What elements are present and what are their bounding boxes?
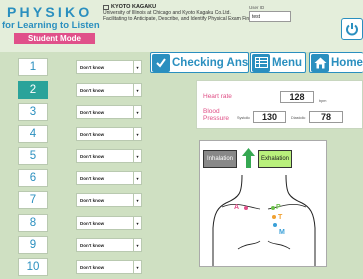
- question-row: 8 Don't know ▾: [18, 214, 146, 232]
- checking-answers-label: Checking Answers: [172, 56, 249, 69]
- app-header: PHYSIKO for Learning to Listen Student M…: [0, 0, 363, 52]
- question-number-button[interactable]: 7: [18, 191, 48, 209]
- torso-outline: [212, 174, 316, 266]
- chevron-down-icon: ▾: [133, 194, 141, 207]
- question-row: 2 Don't know ▾: [18, 81, 146, 99]
- systolic-label: Systolic: [237, 116, 251, 120]
- answer-dropdown[interactable]: Don't know ▾: [76, 171, 142, 185]
- answer-dropdown-value: Don't know: [80, 265, 105, 270]
- power-icon: [346, 23, 358, 36]
- question-number-button[interactable]: 3: [18, 103, 48, 121]
- inhalation-button[interactable]: Inhalation: [203, 150, 237, 168]
- point-m-dot[interactable]: [273, 223, 277, 227]
- chevron-down-icon: ▾: [133, 61, 141, 74]
- question-number-button[interactable]: 9: [18, 236, 48, 254]
- up-arrow-icon: [242, 148, 255, 168]
- mode-badge: Student Mode: [14, 33, 95, 44]
- menu-grid-icon: [252, 53, 270, 72]
- answer-dropdown-value: Don't know: [80, 65, 105, 70]
- answer-dropdown-value: Don't know: [80, 88, 105, 93]
- answer-dropdown[interactable]: Don't know ▾: [76, 105, 142, 119]
- answer-dropdown-value: Don't know: [80, 132, 105, 137]
- answer-dropdown-value: Don't know: [80, 221, 105, 226]
- question-row: 6 Don't know ▾: [18, 169, 146, 187]
- point-t-label[interactable]: T: [278, 214, 282, 221]
- diastolic-label: Diastolic: [291, 116, 306, 120]
- diastolic-value: 78: [309, 111, 343, 123]
- question-list: 1 Don't know ▾ 2 Don't know ▾ 3 Don't know ▾ 4 Don…: [0, 52, 148, 279]
- blood-pressure-label: Blood Pressure: [203, 108, 229, 122]
- answer-dropdown[interactable]: Don't know ▾: [76, 60, 142, 74]
- answer-dropdown-value: Don't know: [80, 154, 105, 159]
- answer-dropdown[interactable]: Don't know ▾: [76, 83, 142, 97]
- vitals-panel: Heart rate 128 bpm Blood Pressure Systol…: [196, 80, 363, 129]
- systolic-value: 130: [253, 111, 286, 123]
- bp-label-line-1: Blood: [203, 108, 220, 115]
- question-number-button[interactable]: 4: [18, 125, 48, 143]
- question-row: 9 Don't know ▾: [18, 236, 146, 254]
- answer-dropdown[interactable]: Don't know ▾: [76, 127, 142, 141]
- org-line-2: Facilitating to Anticipate, Describe, an…: [103, 16, 262, 22]
- question-row: 5 Don't know ▾: [18, 147, 146, 165]
- power-button[interactable]: [341, 18, 363, 40]
- question-row: 3 Don't know ▾: [18, 103, 146, 121]
- answer-dropdown[interactable]: Don't know ▾: [76, 193, 142, 207]
- answer-dropdown-value: Don't know: [80, 198, 105, 203]
- question-number-button[interactable]: 2: [18, 81, 48, 99]
- answer-dropdown-value: Don't know: [80, 176, 105, 181]
- question-row: 7 Don't know ▾: [18, 191, 146, 209]
- auscultation-panel: Inhalation Exhalation A P T M: [199, 140, 327, 267]
- kyoto-kagaku-logo-icon: [103, 4, 109, 10]
- question-number-button[interactable]: 1: [18, 58, 48, 76]
- heart-rate-label: Heart rate: [203, 93, 232, 100]
- menu-button[interactable]: Menu: [250, 52, 306, 73]
- home-icon: [311, 53, 329, 72]
- home-label: Home: [331, 56, 363, 69]
- home-button[interactable]: Home: [309, 52, 363, 73]
- heart-rate-value: 128: [280, 91, 314, 103]
- point-m-label[interactable]: M: [279, 229, 285, 236]
- question-row: 1 Don't know ▾: [18, 58, 146, 76]
- answer-dropdown[interactable]: Don't know ▾: [76, 216, 142, 230]
- point-t-dot[interactable]: [272, 215, 276, 219]
- chevron-down-icon: ▾: [133, 128, 141, 141]
- question-number-button[interactable]: 8: [18, 214, 48, 232]
- question-row: 10 Don't know ▾: [18, 258, 146, 276]
- bp-label-line-2: Pressure: [203, 115, 230, 122]
- user-id-label: User ID: [249, 5, 265, 10]
- chevron-down-icon: ▾: [133, 217, 141, 230]
- question-number-button[interactable]: 6: [18, 169, 48, 187]
- point-a-dot[interactable]: [244, 206, 248, 210]
- chevron-down-icon: ▾: [133, 150, 141, 163]
- question-number-button[interactable]: 5: [18, 147, 48, 165]
- chevron-down-icon: ▾: [133, 84, 141, 97]
- question-number-button[interactable]: 10: [18, 258, 48, 276]
- org-info: KYOTO KAGAKU University of Illinois at C…: [103, 4, 261, 22]
- heart-rate-unit: bpm: [319, 99, 327, 103]
- user-id-field[interactable]: [249, 11, 291, 22]
- chevron-down-icon: ▾: [133, 172, 141, 185]
- point-p-dot[interactable]: [271, 206, 275, 210]
- answer-dropdown-value: Don't know: [80, 243, 105, 248]
- chevron-down-icon: ▾: [133, 261, 141, 274]
- menu-label: Menu: [272, 56, 303, 69]
- exhalation-button[interactable]: Exhalation: [258, 150, 292, 168]
- checkmark-icon: [152, 53, 170, 72]
- chevron-down-icon: ▾: [133, 106, 141, 119]
- answer-dropdown-value: Don't know: [80, 110, 105, 115]
- answer-dropdown[interactable]: Don't know ▾: [76, 260, 142, 274]
- point-a-label[interactable]: A: [234, 204, 239, 211]
- answer-dropdown[interactable]: Don't know ▾: [76, 238, 142, 252]
- question-row: 4 Don't know ▾: [18, 125, 146, 143]
- app-logo-title: PHYSIKO: [7, 4, 93, 20]
- point-p-label[interactable]: P: [276, 204, 281, 211]
- checking-answers-button[interactable]: Checking Answers: [150, 52, 249, 73]
- app-logo-subtitle: for Learning to Listen: [2, 20, 100, 31]
- chevron-down-icon: ▾: [133, 239, 141, 252]
- answer-dropdown[interactable]: Don't know ▾: [76, 149, 142, 163]
